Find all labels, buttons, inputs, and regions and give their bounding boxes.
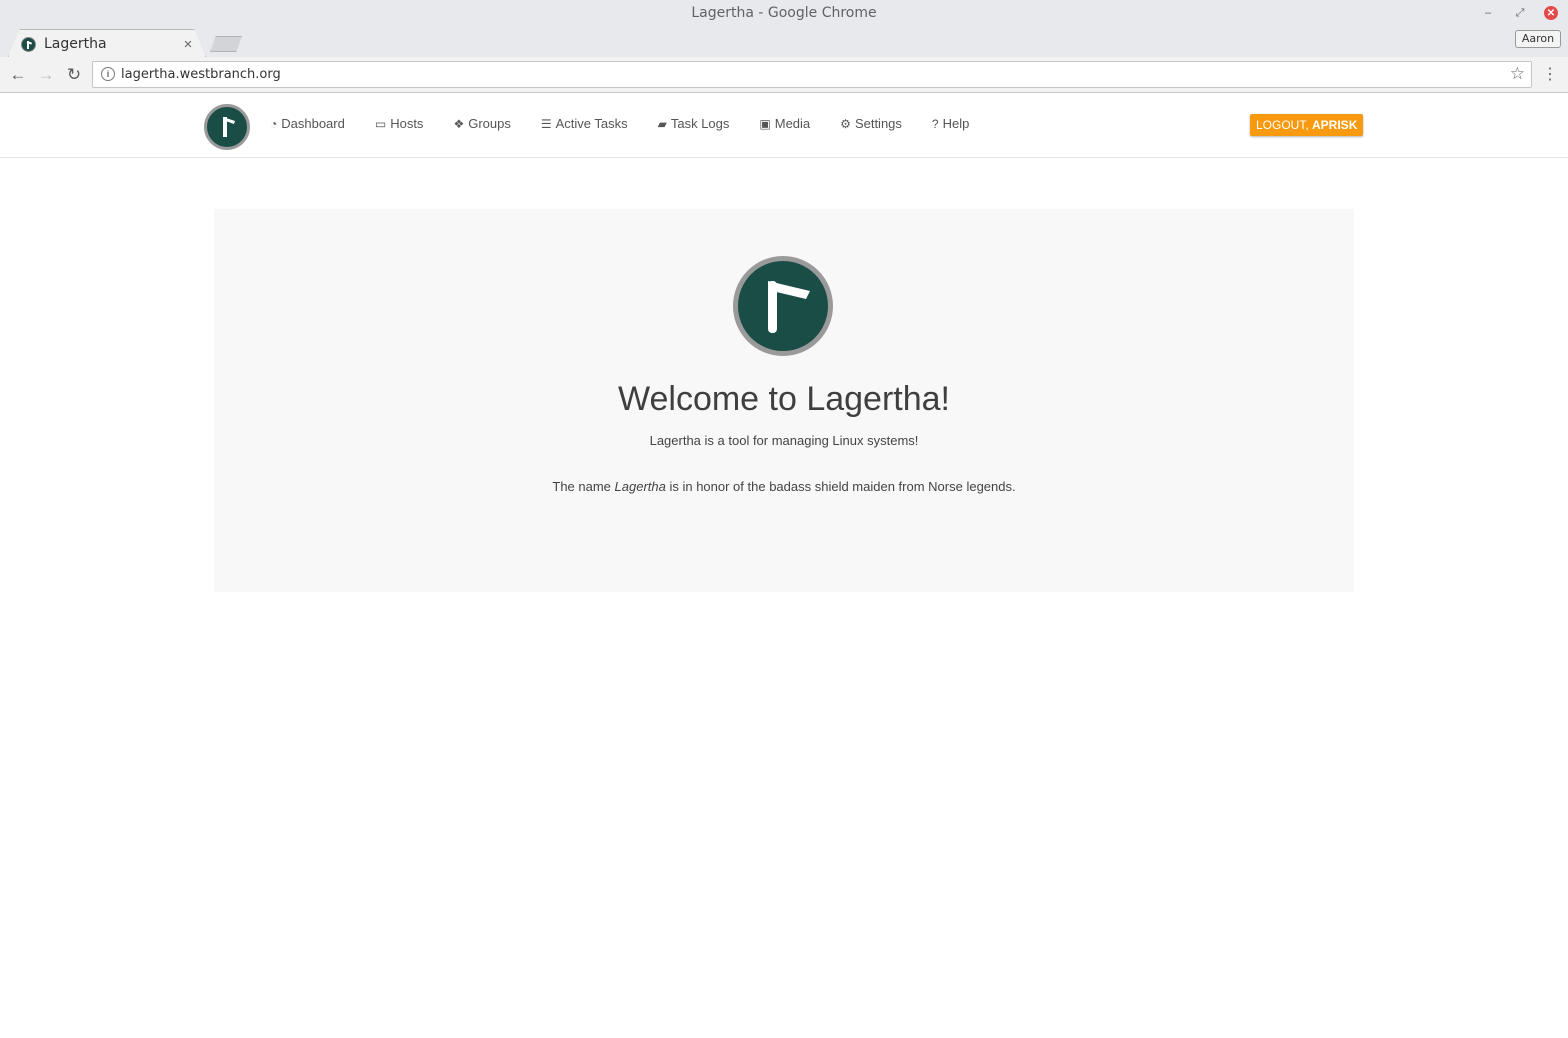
chrome-menu-icon[interactable]: ⋮ (1540, 64, 1560, 86)
question-icon: ? (931, 116, 939, 131)
page-subtitle: Lagertha is a tool for managing Linux sy… (649, 433, 919, 448)
tab-strip: Lagertha × Aaron (0, 28, 1568, 57)
dashboard-icon: ◔ (270, 116, 278, 131)
image-icon: ▣ (759, 116, 771, 131)
restore-icon[interactable]: ⤢ (1513, 6, 1527, 20)
nav-item-settings[interactable]: ⚙ Settings (840, 116, 902, 131)
page-note: The name Lagertha is in honor of the bad… (214, 479, 1354, 494)
tab-lagertha[interactable]: Lagertha × (8, 29, 206, 57)
lagertha-logo[interactable] (204, 104, 250, 150)
logout-button[interactable]: LOGOUT, APRISK (1250, 114, 1364, 136)
nav-item-media[interactable]: ▣ Media (759, 116, 810, 131)
close-window-icon[interactable]: ✕ (1544, 6, 1558, 20)
nav-item-hosts[interactable]: ▭ Hosts (375, 116, 424, 131)
close-tab-icon[interactable]: × (181, 36, 195, 53)
favicon-icon (21, 36, 36, 52)
nav-item-dashboard[interactable]: ◔ Dashboard (270, 116, 345, 131)
profile-button[interactable]: Aaron (1515, 30, 1561, 48)
nav-item-active-tasks[interactable]: ☰ Active Tasks (541, 116, 628, 131)
note-name: Lagertha (614, 479, 666, 494)
logout-username: APRISK (1312, 118, 1358, 132)
minimize-icon[interactable]: – (1481, 6, 1495, 20)
address-bar[interactable]: i lagertha.westbranch.org ☆ (92, 61, 1532, 88)
forward-arrow-icon[interactable]: → (35, 64, 57, 86)
nav-item-label: Active Tasks (555, 116, 628, 131)
nav-item-label: Task Logs (670, 116, 730, 131)
window-title: Lagertha - Google Chrome (691, 5, 877, 21)
nav-item-label: Help (942, 116, 970, 131)
reload-icon[interactable]: ↻ (63, 64, 85, 86)
nav-item-label: Hosts (390, 116, 424, 131)
tasks-icon: ☰ (540, 116, 552, 131)
app-navbar: ◔ Dashboard ▭ Hosts ❖ Groups ☰ Active Ta… (0, 94, 1568, 158)
new-tab-button[interactable] (210, 36, 242, 52)
nav-item-label: Groups (468, 116, 511, 131)
nav-item-help[interactable]: ? Help (932, 116, 969, 131)
nav-item-label: Media (774, 116, 811, 131)
nav-item-task-logs[interactable]: ▰ Task Logs (658, 116, 730, 131)
info-icon[interactable]: i (101, 67, 115, 81)
cubes-icon: ❖ (453, 116, 465, 131)
browser-toolbar: ← → ↻ i lagertha.westbranch.org ☆ ⋮ (0, 57, 1568, 93)
book-icon: ▰ (657, 116, 667, 131)
window-titlebar: Lagertha - Google Chrome – ⤢ ✕ (0, 0, 1568, 28)
desktop-icon: ▭ (374, 116, 387, 131)
bookmark-star-icon[interactable]: ☆ (1510, 64, 1525, 84)
lagertha-hero-logo (733, 256, 833, 356)
welcome-panel: Welcome to Lagertha! Lagertha is a tool … (214, 209, 1354, 592)
page-title: Welcome to Lagertha! (618, 380, 950, 418)
back-arrow-icon[interactable]: ← (7, 64, 29, 86)
nav-item-label: Dashboard (281, 116, 345, 131)
nav-item-groups[interactable]: ❖ Groups (453, 116, 510, 131)
note-text-before: The name (552, 479, 615, 494)
nav-menu: ◔ Dashboard ▭ Hosts ❖ Groups ☰ Active Ta… (270, 116, 999, 131)
logout-label: LOGOUT, (1256, 118, 1313, 132)
note-text-after: is in honor of the badass shield maiden … (665, 479, 1016, 494)
address-url[interactable]: lagertha.westbranch.org (121, 67, 281, 82)
gear-icon: ⚙ (840, 116, 851, 131)
tab-title: Lagertha (44, 36, 107, 52)
nav-item-label: Settings (854, 116, 902, 131)
